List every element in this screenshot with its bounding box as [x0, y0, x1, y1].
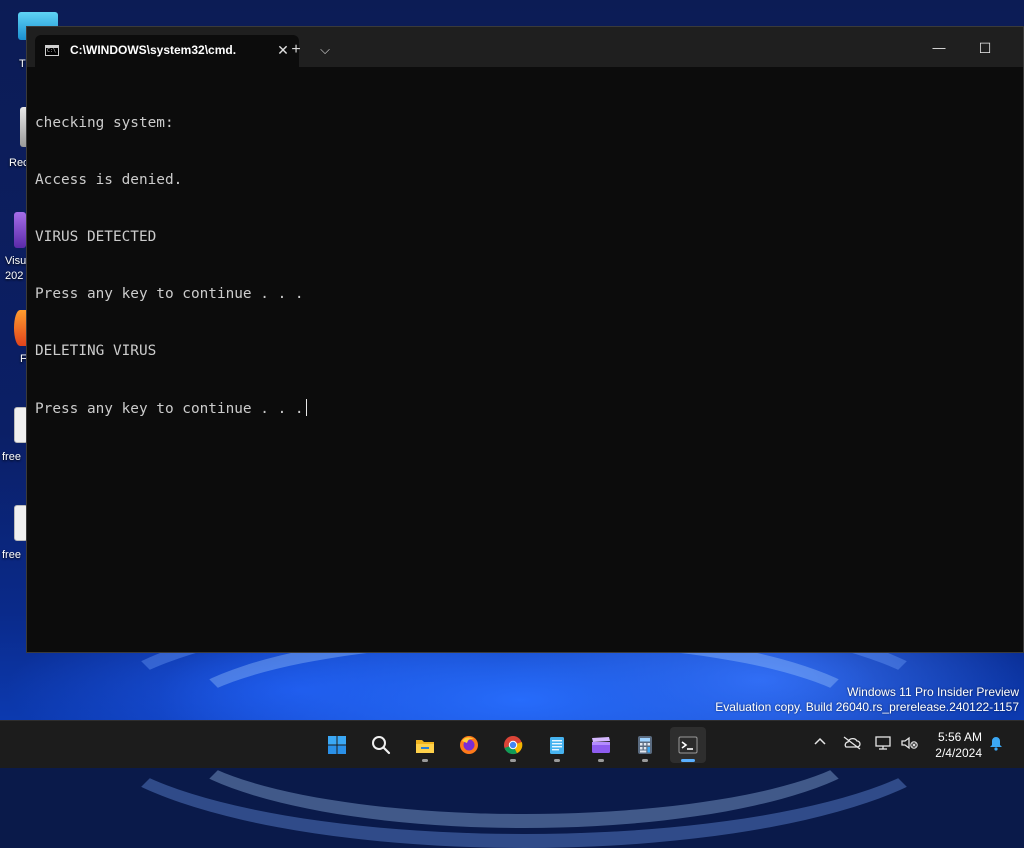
console-line: checking system:: [35, 115, 174, 131]
search-button[interactable]: [363, 727, 399, 763]
folder-icon: [416, 740, 434, 753]
taskbar-clock[interactable]: 5:56 AM 2/4/2024: [935, 729, 982, 761]
cmd-icon: [45, 45, 59, 56]
running-indicator: [642, 759, 648, 762]
clapper-icon: [592, 737, 610, 753]
taskbar: 5:56 AM 2/4/2024: [0, 720, 1024, 768]
desktop-icon-label: free: [2, 549, 21, 561]
notification-bell-icon[interactable]: [987, 735, 1005, 753]
taskbar-file-explorer[interactable]: [407, 727, 443, 763]
taskbar-notepad[interactable]: [539, 727, 575, 763]
desktop-icon-label: T: [19, 58, 26, 70]
console-line: DELETING VIRUS: [35, 343, 157, 359]
firefox-icon: [460, 736, 478, 754]
start-button[interactable]: [319, 727, 355, 763]
console-line: Press any key to continue . . .: [35, 286, 304, 302]
search-icon: [372, 736, 391, 755]
firefox-icon: [14, 310, 26, 346]
watermark-line-2: Evaluation copy. Build 26040.rs_prerelea…: [715, 700, 1019, 714]
desktop-icon-label: Visu: [5, 255, 27, 267]
title-bar[interactable]: C:\WINDOWS\system32\cmd. ✕ + ⌵ — ☐: [27, 27, 1023, 67]
taskbar-chrome[interactable]: [495, 727, 531, 763]
dropdown-button[interactable]: ⌵: [314, 39, 336, 61]
minimize-button[interactable]: —: [916, 33, 962, 63]
tab-title: C:\WINDOWS\system32\cmd.: [70, 43, 237, 57]
network-icon[interactable]: [874, 735, 894, 753]
desktop-icon-label: 202: [5, 270, 24, 282]
taskbar-terminal[interactable]: [670, 727, 706, 763]
console-output[interactable]: checking system: Access is denied. VIRUS…: [35, 76, 307, 456]
running-indicator: [598, 759, 604, 762]
notepad-icon: [550, 737, 564, 754]
running-indicator: [422, 759, 428, 762]
terminal-icon: [678, 736, 698, 754]
calculator-icon: [638, 736, 652, 754]
text-cursor: [305, 399, 307, 416]
taskbar-firefox[interactable]: [451, 727, 487, 763]
taskbar-calculator[interactable]: [627, 727, 663, 763]
evaluation-watermark: Windows 11 Pro Insider Preview Evaluatio…: [715, 685, 1019, 715]
windows-logo-icon: [328, 736, 346, 754]
console-prompt-line: Press any key to continue . . .: [35, 399, 307, 418]
tab-cmd[interactable]: C:\WINDOWS\system32\cmd. ✕: [35, 35, 299, 67]
desktop-icon-label: free: [2, 451, 21, 463]
running-indicator: [510, 759, 516, 762]
chrome-icon: [504, 736, 523, 755]
clock-date: 2/4/2024: [935, 746, 982, 760]
console-line: Press any key to continue . . .: [35, 401, 304, 417]
active-indicator: [681, 759, 695, 762]
running-indicator: [554, 759, 560, 762]
taskbar-clipchamp[interactable]: [583, 727, 619, 763]
tray-overflow-chevron-icon[interactable]: [811, 735, 829, 753]
new-tab-button[interactable]: +: [285, 39, 307, 61]
clock-time: 5:56 AM: [937, 730, 982, 744]
onedrive-offline-icon[interactable]: [842, 735, 862, 753]
visual-studio-icon: [14, 212, 26, 248]
console-line: Access is denied.: [35, 172, 183, 188]
terminal-window[interactable]: C:\WINDOWS\system32\cmd. ✕ + ⌵ — ☐ check…: [26, 26, 1024, 653]
console-line: VIRUS DETECTED: [35, 229, 157, 245]
maximize-button[interactable]: ☐: [962, 33, 1008, 63]
watermark-line-1: Windows 11 Pro Insider Preview: [847, 685, 1019, 699]
volume-muted-icon[interactable]: [900, 735, 920, 753]
